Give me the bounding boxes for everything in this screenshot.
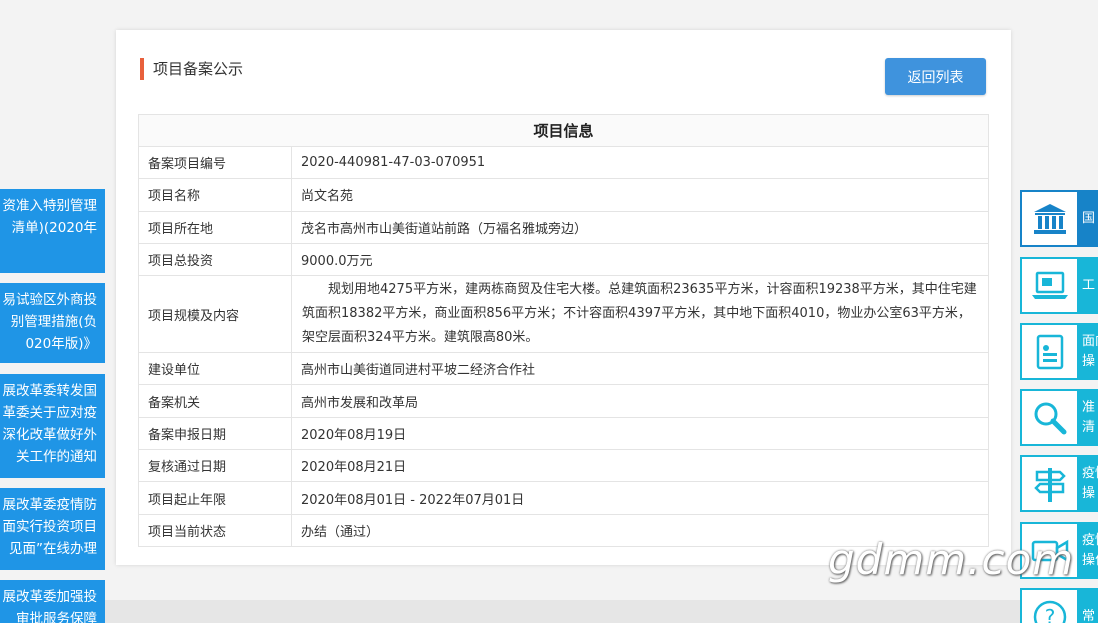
- service-item-label: 准: [1082, 399, 1096, 415]
- service-item-label: 工: [1082, 277, 1096, 293]
- scale-text: 规划用地4275平方米，建两栋商贸及住宅大楼。总建筑面积23635平方米，计容面…: [302, 282, 977, 346]
- row-value: 2020年08月21日: [291, 449, 989, 483]
- row-label: 项目当前状态: [138, 513, 292, 547]
- service-item-label: 国: [1082, 210, 1096, 226]
- table-row: 备案申报日期 2020年08月19日: [138, 416, 989, 451]
- news-panel-line: 展改革委转发国: [2, 383, 98, 399]
- news-panel-line: 见面”在线办理: [9, 541, 97, 557]
- table-row: 项目规模及内容 规划用地4275平方米，建两栋商贸及住宅大楼。总建筑面积2363…: [138, 275, 989, 354]
- table-row: 备案项目编号 2020-440981-47-03-070951: [138, 145, 989, 180]
- table-row: 项目名称 尚文名苑: [138, 178, 989, 212]
- service-item-label: 操作: [1082, 552, 1098, 568]
- page-title: 项目备案公示: [140, 58, 243, 80]
- news-panel-line: 展改革委疫情防: [2, 497, 98, 513]
- row-label: 备案申报日期: [138, 416, 292, 451]
- news-panel-line: 020年版)》: [25, 336, 97, 352]
- news-panel-line: 易试验区外商投: [2, 292, 98, 308]
- news-panel-line: 面实行投资项目: [2, 519, 98, 535]
- table-row: 建设单位 高州市山美街道同进村平坡二经济合作社: [138, 352, 989, 386]
- service-item-label: 操: [1082, 353, 1096, 369]
- footer-band: [0, 600, 1098, 623]
- svg-text:?: ?: [1044, 605, 1055, 623]
- row-value: 2020-440981-47-03-070951: [291, 145, 989, 180]
- row-value: 茂名市高州市山美街道站前路（万福名雅城旁边）: [291, 210, 989, 244]
- row-label: 备案机关: [138, 384, 292, 418]
- row-value: 2020年08月01日 - 2022年07月01日: [291, 481, 989, 515]
- news-panel-line: 资准入特别管理: [2, 198, 98, 214]
- service-item-label: 疫情: [1082, 465, 1098, 481]
- table-header: 项目信息: [138, 114, 989, 147]
- row-value: 高州市山美街道同进村平坡二经济合作社: [291, 352, 989, 386]
- project-info-table: 项目信息 备案项目编号 2020-440981-47-03-070951 项目名…: [138, 114, 989, 547]
- service-item-label: 疫情: [1082, 532, 1098, 548]
- row-label: 项目所在地: [138, 210, 292, 244]
- news-panel-line: 审批服务保障: [16, 611, 97, 623]
- news-panel-line: 深化改革做好外: [2, 427, 98, 443]
- row-label: 项目名称: [138, 178, 292, 212]
- row-value: 尚文名苑: [291, 178, 989, 212]
- row-value: 2020年08月19日: [291, 416, 989, 451]
- news-panel-line: 清单)(2020年: [11, 220, 97, 236]
- row-value-scale: 规划用地4275平方米，建两栋商贸及住宅大楼。总建筑面积23635平方米，计容面…: [291, 275, 989, 354]
- row-label: 项目规模及内容: [138, 275, 292, 354]
- service-item-4[interactable]: 准清: [1020, 389, 1098, 446]
- row-label: 复核通过日期: [138, 449, 292, 483]
- magnifier-icon: [1022, 391, 1077, 444]
- news-panel-3[interactable]: 展改革委转发国 革委关于应对疫 深化改革做好外 关工作的通知: [0, 374, 105, 478]
- news-panel-4[interactable]: 展改革委疫情防 面实行投资项目 见面”在线办理: [0, 488, 105, 570]
- service-item-2[interactable]: 工: [1020, 257, 1098, 314]
- news-panel-2[interactable]: 易试验区外商投 别管理措施(负 020年版)》: [0, 283, 105, 363]
- government-building-icon: [1022, 192, 1077, 245]
- service-item-7[interactable]: ? 常: [1020, 588, 1098, 623]
- table-row: 项目总投资 9000.0万元: [138, 242, 989, 277]
- project-card: 项目备案公示 返回列表 项目信息 备案项目编号 2020-440981-47-0…: [116, 30, 1011, 565]
- table-row: 项目所在地 茂名市高州市山美街道站前路（万福名雅城旁边）: [138, 210, 989, 244]
- row-label: 项目起止年限: [138, 481, 292, 515]
- service-item-3[interactable]: 面向操: [1020, 323, 1098, 380]
- document-icon: [1022, 325, 1077, 378]
- news-panel-line: 别管理措施(负: [10, 314, 97, 330]
- service-item-5[interactable]: 疫情操: [1020, 455, 1098, 512]
- table-row: 复核通过日期 2020年08月21日: [138, 449, 989, 483]
- service-item-label: 清: [1082, 419, 1096, 435]
- service-item-label: 常: [1082, 608, 1096, 623]
- laptop-icon: [1022, 259, 1077, 312]
- service-item-label: 面向: [1082, 333, 1098, 349]
- signpost-icon: [1022, 457, 1077, 510]
- news-panel-line: 关工作的通知: [16, 449, 97, 465]
- service-item-label: 操: [1082, 485, 1096, 501]
- news-panel-1[interactable]: 资准入特别管理 清单)(2020年: [0, 189, 105, 273]
- question-icon: ?: [1022, 590, 1077, 623]
- back-to-list-button[interactable]: 返回列表: [885, 58, 986, 95]
- row-label: 备案项目编号: [138, 145, 292, 180]
- row-label: 项目总投资: [138, 242, 292, 277]
- row-value: 高州市发展和改革局: [291, 384, 989, 418]
- row-value: 9000.0万元: [291, 242, 989, 277]
- watermark: gdmm.com: [828, 535, 1075, 584]
- row-label: 建设单位: [138, 352, 292, 386]
- table-row: 备案机关 高州市发展和改革局: [138, 384, 989, 418]
- news-panel-line: 革委关于应对疫: [2, 405, 98, 421]
- news-panel-line: 展改革委加强投: [2, 589, 98, 605]
- news-panel-5[interactable]: 展改革委加强投 审批服务保障: [0, 580, 105, 623]
- table-row: 项目起止年限 2020年08月01日 - 2022年07月01日: [138, 481, 989, 515]
- service-item-1[interactable]: 国: [1020, 190, 1098, 247]
